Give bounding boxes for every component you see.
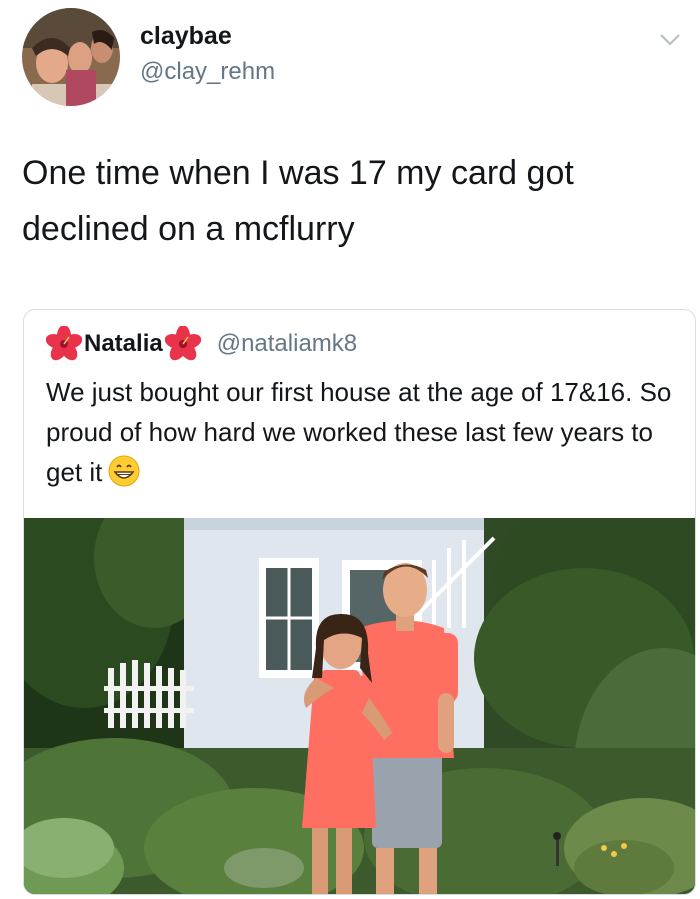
quoted-tweet-card[interactable]: Natalia @nataliamk8 We just bought our f… bbox=[23, 309, 696, 895]
user-handle[interactable]: @clay_rehm bbox=[140, 58, 275, 86]
quoted-display-name[interactable]: Natalia bbox=[84, 330, 163, 358]
avatar[interactable] bbox=[22, 8, 120, 106]
grinning-face-emoji bbox=[108, 455, 140, 487]
quoted-user-handle[interactable]: @nataliamk8 bbox=[217, 330, 357, 358]
display-name[interactable]: claybae bbox=[140, 22, 232, 51]
couple-house-photo bbox=[24, 518, 695, 894]
chevron-down-icon[interactable] bbox=[658, 30, 682, 48]
tweet-header: claybae @clay_rehm bbox=[22, 8, 682, 108]
hibiscus-icon bbox=[46, 326, 82, 361]
hibiscus-icon bbox=[164, 326, 201, 361]
quoted-tweet-text-block: We just bought our first house at the ag… bbox=[46, 372, 676, 492]
tweet-text: One time when I was 17 my card got decli… bbox=[22, 154, 574, 248]
avatar-image bbox=[22, 8, 120, 106]
quoted-tweet-header: Natalia @nataliamk8 bbox=[46, 326, 357, 362]
tweet-photo[interactable] bbox=[24, 518, 695, 894]
